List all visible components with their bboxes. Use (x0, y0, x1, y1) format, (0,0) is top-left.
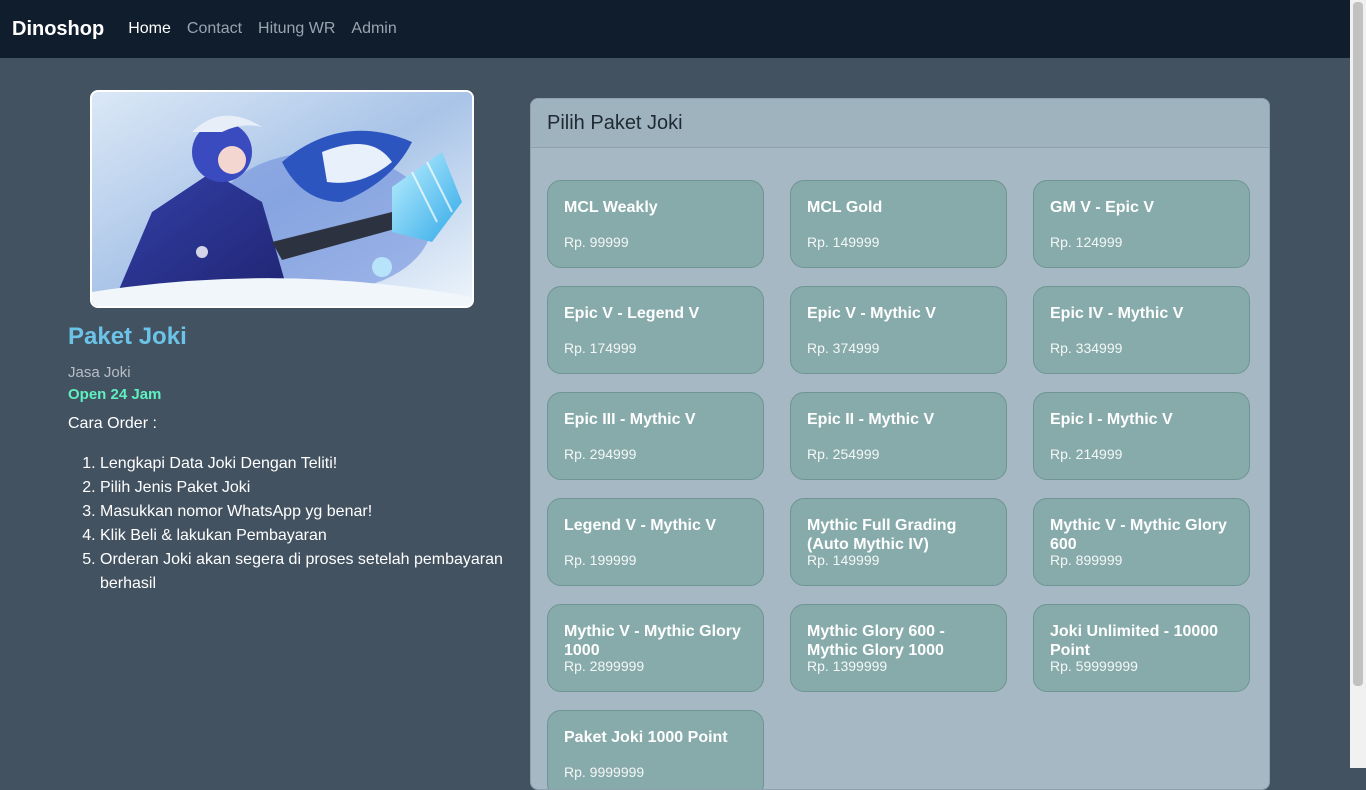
package-card[interactable]: Mythic Glory 600 - Mythic Glory 1000 Rp.… (790, 604, 1007, 692)
package-name: Epic IV - Mythic V (1050, 305, 1184, 322)
order-step: Klik Beli & lakukan Pembayaran (100, 524, 540, 548)
package-name: Epic V - Mythic V (807, 305, 936, 322)
package-price: Rp. 254999 (807, 446, 880, 462)
nav-admin[interactable]: Admin (351, 20, 396, 38)
package-card[interactable]: Epic I - Mythic V Rp. 214999 (1033, 392, 1250, 480)
package-price: Rp. 1399999 (807, 658, 888, 674)
package-card[interactable]: GM V - Epic V Rp. 124999 (1033, 180, 1250, 268)
package-name: MCL Weakly (564, 199, 658, 216)
package-price: Rp. 899999 (1050, 552, 1123, 568)
package-card[interactable]: Epic V - Legend V Rp. 174999 (547, 286, 764, 374)
package-name: Joki Unlimited - 10000 Point (1050, 623, 1219, 659)
package-card[interactable]: Joki Unlimited - 10000 Point Rp. 5999999… (1033, 604, 1250, 692)
package-name: Legend V - Mythic V (564, 517, 717, 534)
package-price: Rp. 374999 (807, 340, 880, 356)
order-step: Lengkapi Data Joki Dengan Teliti! (100, 452, 540, 476)
panel-title: Pilih Paket Joki (531, 99, 1269, 148)
nav-home[interactable]: Home (128, 20, 171, 38)
package-price: Rp. 334999 (1050, 340, 1123, 356)
package-card[interactable]: Mythic V - Mythic Glory 1000 Rp. 2899999 (547, 604, 764, 692)
package-name: Mythic Glory 600 - Mythic Glory 1000 (807, 623, 945, 659)
order-step: Masukkan nomor WhatsApp yg benar! (100, 500, 540, 524)
package-card[interactable]: Legend V - Mythic V Rp. 199999 (547, 498, 764, 586)
scrollbar-thumb[interactable] (1353, 2, 1363, 686)
package-card[interactable]: MCL Gold Rp. 149999 (790, 180, 1007, 268)
brand-logo[interactable]: Dinoshop (12, 18, 104, 41)
package-price: Rp. 9999999 (564, 764, 645, 780)
package-card[interactable]: Paket Joki 1000 Point Rp. 9999999 (547, 710, 764, 789)
package-panel: Pilih Paket Joki MCL Weakly Rp. 99999 MC… (530, 98, 1270, 790)
package-price: Rp. 174999 (564, 340, 637, 356)
package-name: GM V - Epic V (1050, 199, 1155, 216)
order-steps-list: Lengkapi Data Joki Dengan Teliti! Pilih … (68, 452, 540, 596)
package-card[interactable]: Epic V - Mythic V Rp. 374999 (790, 286, 1007, 374)
package-card[interactable]: MCL Weakly Rp. 99999 (547, 180, 764, 268)
package-price: Rp. 2899999 (564, 658, 645, 674)
package-name: Epic III - Mythic V (564, 411, 696, 428)
game-hero-image (90, 90, 474, 308)
order-step: Pilih Jenis Paket Joki (100, 476, 540, 500)
package-card[interactable]: Mythic V - Mythic Glory 600 Rp. 899999 (1033, 498, 1250, 586)
hero-illustration (92, 92, 472, 306)
nav-hitung-wr[interactable]: Hitung WR (258, 20, 335, 38)
package-price: Rp. 214999 (1050, 446, 1123, 462)
package-name: Epic V - Legend V (564, 305, 700, 322)
order-heading: Cara Order : (68, 415, 157, 432)
package-name: Mythic V - Mythic Glory 1000 (564, 623, 741, 659)
package-name: Epic I - Mythic V (1050, 411, 1173, 428)
package-card[interactable]: Epic II - Mythic V Rp. 254999 (790, 392, 1007, 480)
order-step: Orderan Joki akan segera di proses setel… (100, 548, 540, 596)
package-card[interactable]: Epic IV - Mythic V Rp. 334999 (1033, 286, 1250, 374)
package-price: Rp. 199999 (564, 552, 637, 568)
package-name: Epic II - Mythic V (807, 411, 935, 428)
package-card[interactable]: Epic III - Mythic V Rp. 294999 (547, 392, 764, 480)
package-price: Rp. 149999 (807, 552, 880, 568)
page-subtitle: Jasa Joki (68, 364, 131, 381)
package-price: Rp. 149999 (807, 234, 880, 250)
nav-contact[interactable]: Contact (187, 20, 242, 38)
package-name: MCL Gold (807, 199, 883, 216)
package-name: Mythic V - Mythic Glory 600 (1050, 517, 1227, 553)
package-price: Rp. 294999 (564, 446, 637, 462)
package-card[interactable]: Mythic Full Grading (Auto Mythic IV) Rp.… (790, 498, 1007, 586)
open-hours-label: Open 24 Jam (68, 386, 162, 403)
package-price: Rp. 124999 (1050, 234, 1123, 250)
package-price: Rp. 59999999 (1050, 658, 1138, 674)
package-name: Mythic Full Grading (Auto Mythic IV) (807, 517, 957, 553)
package-price: Rp. 99999 (564, 234, 629, 250)
package-name: Paket Joki 1000 Point (564, 729, 728, 746)
page-title: Paket Joki (68, 323, 187, 350)
top-navbar: Dinoshop Home Contact Hitung WR Admin (0, 0, 1350, 58)
vertical-scrollbar[interactable] (1350, 0, 1366, 768)
